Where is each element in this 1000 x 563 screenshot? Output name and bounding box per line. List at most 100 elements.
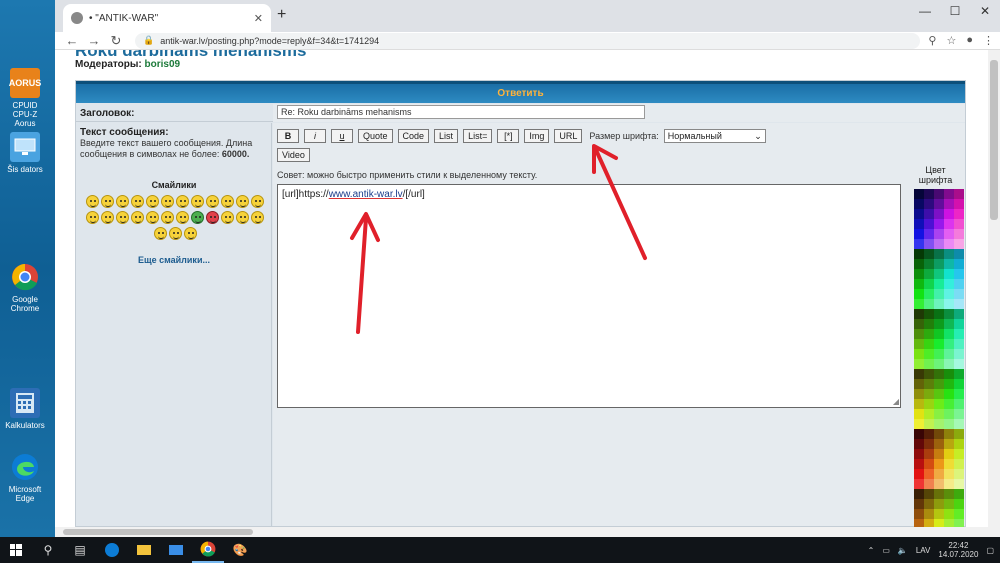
subject-input[interactable] — [277, 105, 645, 119]
color-swatch[interactable] — [924, 199, 934, 209]
color-swatch[interactable] — [954, 349, 964, 359]
scrollbar-thumb[interactable] — [63, 529, 253, 535]
color-swatch[interactable] — [934, 329, 944, 339]
desktop-icon-chrome[interactable]: Google Chrome — [2, 262, 48, 313]
color-swatch[interactable] — [954, 239, 964, 249]
paint-icon[interactable]: 🎨 — [224, 537, 256, 563]
color-swatch[interactable] — [924, 499, 934, 509]
color-swatch[interactable] — [944, 469, 954, 479]
network-icon[interactable]: ▭ — [882, 546, 890, 555]
color-swatch[interactable] — [944, 259, 954, 269]
color-swatch[interactable] — [934, 269, 944, 279]
color-swatch[interactable] — [934, 419, 944, 429]
close-tab-icon[interactable]: ✕ — [254, 12, 263, 25]
language-indicator[interactable]: LAV — [916, 546, 931, 555]
color-swatch[interactable] — [944, 379, 954, 389]
color-swatch[interactable] — [954, 309, 964, 319]
color-swatch[interactable] — [934, 339, 944, 349]
smiley-icon[interactable] — [116, 195, 129, 208]
close-window-icon[interactable]: ✕ — [970, 0, 1000, 22]
color-swatch[interactable] — [914, 389, 924, 399]
chrome-taskbar-icon[interactable] — [192, 537, 224, 563]
color-swatch[interactable] — [924, 399, 934, 409]
video-button[interactable]: Video — [277, 148, 310, 162]
color-swatch[interactable] — [934, 449, 944, 459]
smiley-icon[interactable] — [183, 227, 197, 240]
color-swatch[interactable] — [934, 309, 944, 319]
smiley-icon[interactable] — [86, 195, 99, 208]
color-swatch[interactable] — [944, 209, 954, 219]
color-swatch[interactable] — [924, 189, 934, 199]
color-swatch[interactable] — [914, 279, 924, 289]
color-swatch[interactable] — [954, 409, 964, 419]
start-windows-icon[interactable] — [0, 537, 32, 563]
desktop-icon-cpuz[interactable]: AORUS CPUID CPU-Z Aorus — [2, 68, 48, 128]
ordered-list-button[interactable]: List= — [463, 129, 493, 143]
mail-icon[interactable] — [160, 537, 192, 563]
color-swatch[interactable] — [944, 419, 954, 429]
color-swatch[interactable] — [944, 269, 954, 279]
color-swatch[interactable] — [944, 299, 954, 309]
color-swatch[interactable] — [914, 449, 924, 459]
color-swatch[interactable] — [954, 379, 964, 389]
color-swatch[interactable] — [934, 229, 944, 239]
color-swatch[interactable] — [944, 309, 954, 319]
color-swatch[interactable] — [924, 299, 934, 309]
color-swatch[interactable] — [924, 459, 934, 469]
color-swatch[interactable] — [924, 229, 934, 239]
color-swatch[interactable] — [934, 479, 944, 489]
underline-button[interactable]: u — [331, 129, 353, 143]
color-swatch[interactable] — [914, 259, 924, 269]
scrollbar-thumb[interactable] — [990, 60, 998, 220]
edge-taskbar-icon[interactable] — [96, 537, 128, 563]
img-button[interactable]: Img — [524, 129, 550, 143]
color-swatch[interactable] — [934, 469, 944, 479]
smiley-heart-icon[interactable] — [206, 211, 219, 224]
smiley-icon[interactable] — [153, 227, 167, 240]
color-swatch[interactable] — [914, 319, 924, 329]
url-field[interactable]: 🔒 antik-war.lv/posting.php?mode=reply&f=… — [135, 32, 921, 49]
browser-tab[interactable]: • "ANTIK-WAR" ✕ — [63, 4, 271, 32]
color-swatch[interactable] — [954, 459, 964, 469]
color-swatch[interactable] — [914, 409, 924, 419]
color-swatch[interactable] — [944, 409, 954, 419]
color-swatch[interactable] — [914, 339, 924, 349]
color-swatch[interactable] — [924, 429, 934, 439]
font-size-select[interactable]: Нормальный ⌄ — [663, 129, 766, 143]
color-swatch[interactable] — [924, 279, 934, 289]
color-swatch[interactable] — [954, 229, 964, 239]
color-swatch[interactable] — [944, 199, 954, 209]
smiley-icon[interactable] — [101, 211, 114, 224]
color-swatch[interactable] — [914, 359, 924, 369]
horizontal-scrollbar[interactable] — [55, 527, 988, 537]
color-swatch[interactable] — [944, 279, 954, 289]
color-swatch[interactable] — [924, 409, 934, 419]
color-swatch[interactable] — [944, 249, 954, 259]
color-swatch[interactable] — [944, 439, 954, 449]
color-swatch[interactable] — [914, 479, 924, 489]
color-swatch[interactable] — [914, 369, 924, 379]
color-swatch[interactable] — [914, 439, 924, 449]
color-swatch[interactable] — [914, 249, 924, 259]
smiley-icon[interactable] — [131, 195, 144, 208]
code-button[interactable]: Code — [397, 129, 430, 143]
list-button[interactable]: List — [434, 129, 459, 143]
color-swatch[interactable] — [954, 319, 964, 329]
color-swatch[interactable] — [934, 249, 944, 259]
color-swatch[interactable] — [934, 459, 944, 469]
color-swatch[interactable] — [954, 369, 964, 379]
desktop-icon-calculator[interactable]: Kalkulators — [2, 388, 48, 430]
color-swatch[interactable] — [944, 229, 954, 239]
color-swatch[interactable] — [934, 219, 944, 229]
color-swatch[interactable] — [924, 509, 934, 519]
color-swatch[interactable] — [954, 439, 964, 449]
color-swatch[interactable] — [954, 339, 964, 349]
color-swatch[interactable] — [944, 289, 954, 299]
color-swatch[interactable] — [954, 219, 964, 229]
color-swatch[interactable] — [954, 249, 964, 259]
smiley-icon[interactable] — [101, 195, 114, 208]
color-swatch[interactable] — [954, 209, 964, 219]
color-swatch[interactable] — [924, 269, 934, 279]
color-swatch[interactable] — [944, 429, 954, 439]
clock[interactable]: 22:42 14.07.2020 — [938, 541, 978, 559]
